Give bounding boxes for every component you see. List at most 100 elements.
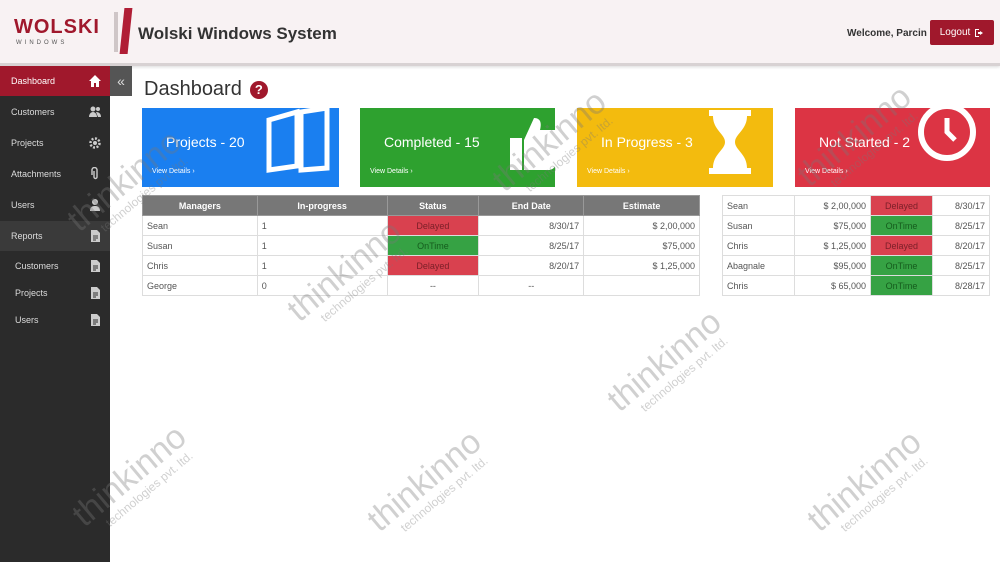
- watermark: thinkinno technologies pvt. ltd.: [800, 423, 936, 548]
- date-cell: 8/25/17: [932, 215, 990, 236]
- wolski-logo[interactable]: WOLSKI WINDOWS: [10, 8, 133, 56]
- estimate-cell: $ 65,000: [794, 275, 871, 296]
- top-header: WOLSKI WINDOWS Wolski Windows System Wel…: [0, 0, 1000, 66]
- date-cell: 8/28/17: [932, 275, 990, 296]
- end-date-cell: 8/20/17: [478, 255, 585, 276]
- table-row[interactable]: Susan $75,000 OnTime 8/25/17: [722, 215, 990, 236]
- sidebar-item-reports[interactable]: Reports: [0, 221, 110, 251]
- column-header[interactable]: Status: [386, 195, 480, 216]
- status-badge: Delayed: [870, 235, 933, 256]
- document-icon: [91, 314, 100, 326]
- card-completed[interactable]: Completed - 15 View Details ›: [360, 108, 555, 187]
- card-title: In Progress - 3: [601, 134, 693, 150]
- estimate-cell: $75,000: [794, 215, 871, 236]
- double-chevron-left-icon: «: [117, 73, 125, 89]
- estimate-cell: [583, 275, 700, 296]
- logout-button[interactable]: Logout: [930, 20, 994, 45]
- column-header[interactable]: Managers: [142, 195, 258, 216]
- in-progress-cell: 1: [256, 235, 388, 256]
- date-cell: 8/30/17: [932, 195, 990, 216]
- column-header[interactable]: In-progress: [256, 195, 388, 216]
- card-in-progress[interactable]: In Progress - 3 View Details ›: [577, 108, 773, 187]
- table-row[interactable]: Chris $ 1,25,000 Delayed 8/20/17: [722, 235, 990, 256]
- status-badge: OnTime: [386, 235, 480, 256]
- view-details-link[interactable]: View Details ›: [587, 168, 630, 175]
- sidebar-item-customers[interactable]: Customers: [0, 97, 110, 127]
- sidebar-item-report-users[interactable]: Users: [0, 305, 110, 335]
- managers-table: Managers In-progress Status End Date Est…: [142, 195, 700, 296]
- logo-accent-bar: [114, 12, 118, 52]
- document-icon: [91, 287, 100, 299]
- user-icon: [90, 199, 100, 211]
- column-header[interactable]: Estimate: [583, 195, 700, 216]
- status-badge: OnTime: [870, 255, 933, 276]
- table-row[interactable]: Sean $ 2,00,000 Delayed 8/30/17: [722, 195, 990, 216]
- view-details-link[interactable]: View Details ›: [370, 168, 413, 175]
- estimate-cell: $ 1,25,000: [583, 255, 700, 276]
- page-title: Dashboard ?: [144, 78, 268, 101]
- view-details-link[interactable]: View Details ›: [152, 168, 195, 175]
- estimates-table: Sean $ 2,00,000 Delayed 8/30/17 Susan $7…: [722, 195, 990, 296]
- table-row[interactable]: Susan 1 OnTime 8/25/17 $75,000: [142, 235, 700, 256]
- table-row[interactable]: Chris $ 65,000 OnTime 8/28/17: [722, 275, 990, 296]
- table-row[interactable]: George 0 -- --: [142, 275, 700, 296]
- card-projects[interactable]: Projects - 20 View Details ›: [142, 108, 339, 187]
- hourglass-icon: [709, 110, 751, 174]
- app-window: WOLSKI WINDOWS Wolski Windows System Wel…: [0, 0, 1000, 562]
- sidebar-item-label: Reports: [11, 231, 43, 241]
- card-title: Completed - 15: [384, 134, 480, 150]
- sidebar-collapse-button[interactable]: «: [110, 66, 132, 96]
- name-cell: Abagnale: [722, 255, 795, 276]
- status-badge: OnTime: [870, 215, 933, 236]
- sidebar-item-label: Users: [15, 315, 39, 325]
- table-row[interactable]: Chris 1 Delayed 8/20/17 $ 1,25,000: [142, 255, 700, 276]
- date-cell: 8/25/17: [932, 255, 990, 276]
- in-progress-cell: 1: [256, 255, 388, 276]
- sidebar-item-label: Users: [11, 200, 35, 210]
- manager-cell: George: [142, 275, 258, 296]
- window-icon: [266, 108, 330, 173]
- table-row[interactable]: Sean 1 Delayed 8/30/17 $ 2,00,000: [142, 215, 700, 236]
- end-date-cell: 8/30/17: [478, 215, 585, 236]
- sidebar-item-report-projects[interactable]: Projects: [0, 278, 110, 308]
- welcome-text: Welcome, Parcin: [847, 28, 927, 39]
- status-badge: Delayed: [386, 215, 480, 236]
- document-icon: [91, 260, 100, 272]
- help-icon[interactable]: ?: [249, 80, 268, 99]
- sidebar-item-dashboard[interactable]: Dashboard: [0, 66, 110, 96]
- status-badge: OnTime: [870, 275, 933, 296]
- logo-bar: [119, 8, 133, 54]
- card-title: Projects - 20: [166, 134, 245, 150]
- manager-cell: Sean: [142, 215, 258, 236]
- users-icon: [89, 106, 101, 117]
- end-date-cell: 8/25/17: [478, 235, 585, 256]
- sidebar-item-label: Dashboard: [11, 76, 56, 86]
- in-progress-cell: 1: [256, 215, 388, 236]
- sidebar-item-projects[interactable]: Projects: [0, 128, 110, 158]
- logo-text: WOLSKI: [14, 16, 100, 38]
- card-not-started[interactable]: Not Started - 2 View Details ›: [795, 108, 990, 187]
- status-cell: --: [386, 275, 480, 296]
- sidebar: Dashboard Customers Projects Attachments…: [0, 66, 110, 562]
- status-badge: Delayed: [870, 195, 933, 216]
- view-details-link[interactable]: View Details ›: [805, 168, 848, 175]
- paperclip-icon: [91, 167, 98, 180]
- watermark-subtext: technologies pvt. ltd.: [397, 453, 491, 535]
- sidebar-item-report-customers[interactable]: Customers: [0, 251, 110, 281]
- status-badge: Delayed: [386, 255, 480, 276]
- watermark-text: thinkinno: [600, 302, 729, 420]
- sidebar-item-label: Customers: [11, 107, 55, 117]
- logo-subtext: WINDOWS: [16, 40, 68, 46]
- sidebar-item-label: Projects: [15, 288, 48, 298]
- page-title-text: Dashboard: [144, 78, 242, 100]
- estimate-cell: $95,000: [794, 255, 871, 276]
- sidebar-item-attachments[interactable]: Attachments: [0, 159, 110, 189]
- name-cell: Susan: [722, 215, 795, 236]
- estimate-cell: $ 1,25,000: [794, 235, 871, 256]
- sidebar-item-users[interactable]: Users: [0, 190, 110, 220]
- gear-icon: [89, 137, 101, 149]
- home-icon: [89, 75, 101, 87]
- estimate-cell: $ 2,00,000: [794, 195, 871, 216]
- table-row[interactable]: Abagnale $95,000 OnTime 8/25/17: [722, 255, 990, 276]
- column-header[interactable]: End Date: [478, 195, 585, 216]
